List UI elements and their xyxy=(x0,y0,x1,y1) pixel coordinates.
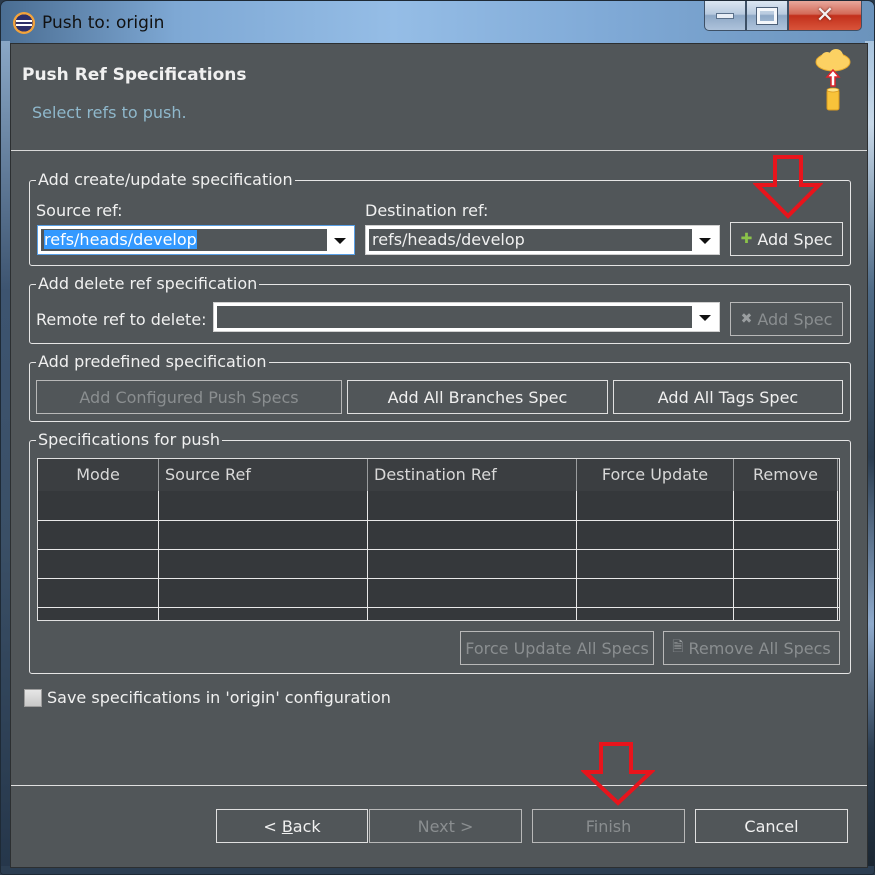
push-dialog-window: Push to: origin ✕ Push Ref Specification… xyxy=(0,0,875,875)
table-row xyxy=(38,607,839,608)
table-row xyxy=(38,578,839,579)
destination-ref-combo[interactable]: refs/heads/develop xyxy=(365,225,720,255)
add-spec-label: Add Spec xyxy=(757,229,833,249)
close-icon: ✕ xyxy=(815,2,835,28)
wizard-header: Push Ref Specifications Select refs to p… xyxy=(11,44,867,150)
destination-ref-label: Destination ref: xyxy=(365,201,489,220)
delete-ref-add-spec-button[interactable]: ✖ Add Spec xyxy=(730,302,843,336)
maximize-button[interactable] xyxy=(746,1,788,31)
add-all-branches-spec-button[interactable]: Add All Branches Spec xyxy=(347,380,608,414)
destination-ref-value: refs/heads/develop xyxy=(369,229,692,251)
create-update-add-spec-button[interactable]: ✚ Add Spec xyxy=(730,222,843,256)
footer-separator xyxy=(11,785,867,786)
delete-ref-group-label: Add delete ref specification xyxy=(36,274,260,294)
remote-ref-value xyxy=(217,306,692,328)
window-title: Push to: origin xyxy=(42,13,165,33)
chevron-down-icon[interactable] xyxy=(699,238,711,244)
page-title: Push Ref Specifications xyxy=(22,65,247,85)
cloud-upload-icon xyxy=(815,49,851,111)
add-all-tags-spec-button[interactable]: Add All Tags Spec xyxy=(613,380,843,414)
chevron-down-icon[interactable] xyxy=(334,238,346,244)
save-config-checkbox[interactable] xyxy=(24,689,42,707)
maximize-icon xyxy=(756,6,778,25)
predefined-group: Add predefined specification Add Configu… xyxy=(29,352,851,422)
source-ref-combo[interactable]: refs/heads/develop xyxy=(37,225,355,255)
source-ref-value: refs/heads/develop xyxy=(44,230,197,249)
table-row xyxy=(38,520,839,521)
create-update-group: Add create/update specification Source r… xyxy=(29,170,851,266)
dialog-client-area: Push Ref Specifications Select refs to p… xyxy=(10,43,868,868)
title-bar[interactable]: Push to: origin ✕ xyxy=(1,1,874,43)
back-button[interactable]: < Back xyxy=(216,809,368,843)
predefined-group-label: Add predefined specification xyxy=(36,352,269,372)
specs-group: Specifications for push Mode Source Ref … xyxy=(29,430,851,674)
add-spec-label: Add Spec xyxy=(757,309,833,329)
plus-icon: ✚ xyxy=(740,231,753,247)
column-header-source-ref[interactable]: Source Ref xyxy=(159,459,368,491)
remote-ref-combo[interactable] xyxy=(213,302,720,332)
eclipse-app-icon xyxy=(13,12,35,34)
table-body xyxy=(38,491,839,620)
caption-buttons: ✕ xyxy=(704,1,862,31)
page-description: Select refs to push. xyxy=(32,103,187,122)
table-header: Mode Source Ref Destination Ref Force Up… xyxy=(38,459,839,491)
specs-group-label: Specifications for push xyxy=(36,430,223,450)
column-header-remove[interactable]: Remove xyxy=(734,459,838,491)
force-update-all-specs-button[interactable]: Force Update All Specs xyxy=(460,631,654,665)
source-ref-label: Source ref: xyxy=(36,201,123,220)
next-button[interactable]: Next > xyxy=(369,809,522,843)
specs-table[interactable]: Mode Source Ref Destination Ref Force Up… xyxy=(37,458,840,621)
column-header-destination-ref[interactable]: Destination Ref xyxy=(368,459,577,491)
delete-x-icon: ✖ xyxy=(740,311,753,327)
column-header-mode[interactable]: Mode xyxy=(38,459,159,491)
finish-button[interactable]: Finish xyxy=(532,809,685,843)
back-label: < Back xyxy=(263,816,321,836)
window-frame-left xyxy=(1,41,10,874)
minimize-icon xyxy=(716,12,734,19)
delete-ref-group: Add delete ref specification Remote ref … xyxy=(29,274,851,344)
column-header-force-update[interactable]: Force Update xyxy=(577,459,734,491)
remove-all-specs-button[interactable]: 🗎 Remove All Specs xyxy=(663,631,840,665)
cancel-button[interactable]: Cancel xyxy=(695,809,848,843)
create-update-group-label: Add create/update specification xyxy=(36,170,295,190)
header-separator xyxy=(11,150,867,151)
table-row xyxy=(38,549,839,550)
remove-all-icon: 🗎 xyxy=(672,639,684,655)
close-button[interactable]: ✕ xyxy=(788,1,862,31)
remote-ref-label: Remote ref to delete: xyxy=(36,310,207,329)
add-configured-push-specs-button[interactable]: Add Configured Push Specs xyxy=(36,380,342,414)
chevron-down-icon[interactable] xyxy=(699,315,711,321)
minimize-button[interactable] xyxy=(704,1,746,31)
save-config-label[interactable]: Save specifications in 'origin' configur… xyxy=(47,688,391,707)
